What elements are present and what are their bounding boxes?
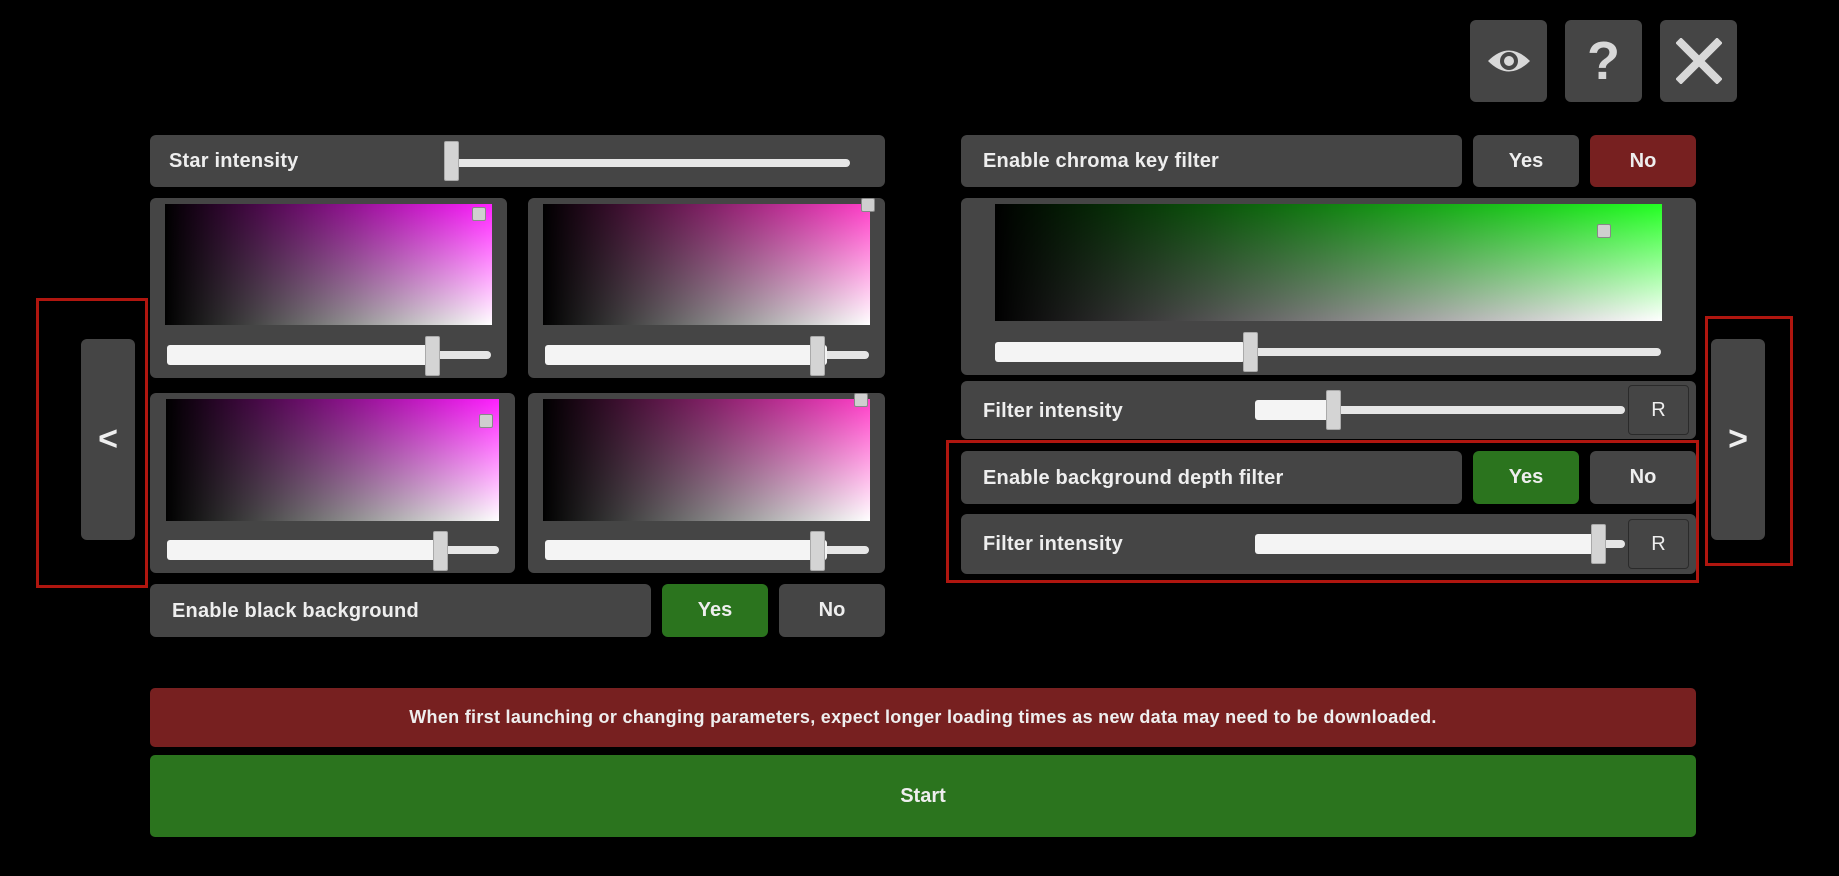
black-background-no-button[interactable]: No	[779, 584, 885, 637]
yes-label: Yes	[1508, 149, 1544, 172]
depth-intensity-reset-button[interactable]: R	[1628, 519, 1689, 569]
yes-label: Yes	[697, 599, 733, 621]
chroma-color-panel	[961, 198, 1696, 375]
yes-label: Yes	[1508, 466, 1544, 488]
color-picker-field[interactable]	[543, 204, 870, 325]
color-picker-panel	[528, 393, 885, 573]
star-intensity-row: Star intensity	[150, 135, 885, 187]
chroma-hue-fill	[995, 342, 1245, 362]
brightness-thumb[interactable]	[810, 336, 825, 376]
start-button[interactable]: Start	[150, 755, 1696, 837]
brightness-fill	[545, 540, 827, 560]
brightness-thumb[interactable]	[810, 531, 825, 571]
color-picker-panel	[150, 198, 507, 378]
depth-filter-no-button[interactable]: No	[1590, 451, 1696, 504]
chroma-intensity-thumb[interactable]	[1326, 390, 1341, 430]
black-background-yes-button[interactable]: Yes	[662, 584, 768, 637]
color-picker-handle[interactable]	[861, 198, 875, 212]
depth-intensity-row: Filter intensity R	[961, 514, 1696, 574]
star-intensity-thumb[interactable]	[444, 141, 459, 181]
color-picker-field[interactable]	[165, 204, 492, 325]
chroma-intensity-row: Filter intensity R	[961, 381, 1696, 439]
brightness-fill	[167, 540, 447, 560]
black-background-row: Enable black background	[150, 584, 651, 637]
star-intensity-track[interactable]	[450, 159, 850, 167]
no-label: No	[818, 599, 846, 621]
close-button[interactable]	[1660, 20, 1737, 102]
preview-button[interactable]	[1470, 20, 1547, 102]
brightness-thumb[interactable]	[433, 531, 448, 571]
warning-banner: When first launching or changing paramet…	[150, 688, 1696, 747]
color-picker-handle[interactable]	[479, 414, 493, 428]
chroma-key-row: Enable chroma key filter	[961, 135, 1462, 187]
chroma-color-handle[interactable]	[1597, 224, 1611, 238]
chroma-hue-thumb[interactable]	[1243, 332, 1258, 372]
next-label: >	[1728, 420, 1748, 458]
help-button[interactable]: ?	[1565, 20, 1642, 102]
eye-icon	[1487, 50, 1530, 72]
color-picker-handle[interactable]	[854, 393, 868, 407]
star-intensity-label: Star intensity	[169, 150, 299, 172]
color-picker-field[interactable]	[166, 399, 499, 521]
depth-intensity-label: Filter intensity	[983, 533, 1123, 555]
close-icon	[1675, 38, 1722, 84]
color-picker-panel	[150, 393, 515, 573]
chroma-color-field[interactable]	[995, 204, 1662, 321]
chroma-key-yes-button[interactable]: Yes	[1473, 135, 1579, 187]
depth-intensity-thumb[interactable]	[1591, 524, 1606, 564]
prev-label: <	[98, 420, 118, 458]
start-label: Start	[900, 784, 946, 807]
reset-label: R	[1651, 532, 1666, 555]
brightness-fill	[545, 345, 827, 365]
depth-intensity-fill	[1255, 534, 1600, 554]
brightness-thumb[interactable]	[425, 336, 440, 376]
depth-filter-row: Enable background depth filter	[961, 451, 1462, 504]
question-icon: ?	[1587, 31, 1620, 91]
chroma-key-no-button[interactable]: No	[1590, 135, 1696, 187]
color-picker-handle[interactable]	[472, 207, 486, 221]
brightness-fill	[167, 345, 437, 365]
no-label: No	[1629, 149, 1657, 172]
chroma-intensity-fill	[1255, 400, 1330, 420]
chroma-key-label: Enable chroma key filter	[983, 150, 1220, 172]
next-page-button[interactable]: >	[1711, 339, 1765, 540]
reset-label: R	[1651, 398, 1666, 421]
chroma-intensity-reset-button[interactable]: R	[1628, 385, 1689, 435]
depth-filter-yes-button[interactable]: Yes	[1473, 451, 1579, 504]
black-background-label: Enable black background	[172, 600, 419, 622]
color-picker-field[interactable]	[543, 399, 870, 521]
warning-text: When first launching or changing paramet…	[409, 707, 1437, 727]
no-label: No	[1629, 466, 1657, 488]
color-picker-panel	[528, 198, 885, 378]
chroma-intensity-label: Filter intensity	[983, 400, 1123, 422]
prev-page-button[interactable]: <	[81, 339, 135, 540]
depth-filter-label: Enable background depth filter	[983, 467, 1284, 489]
